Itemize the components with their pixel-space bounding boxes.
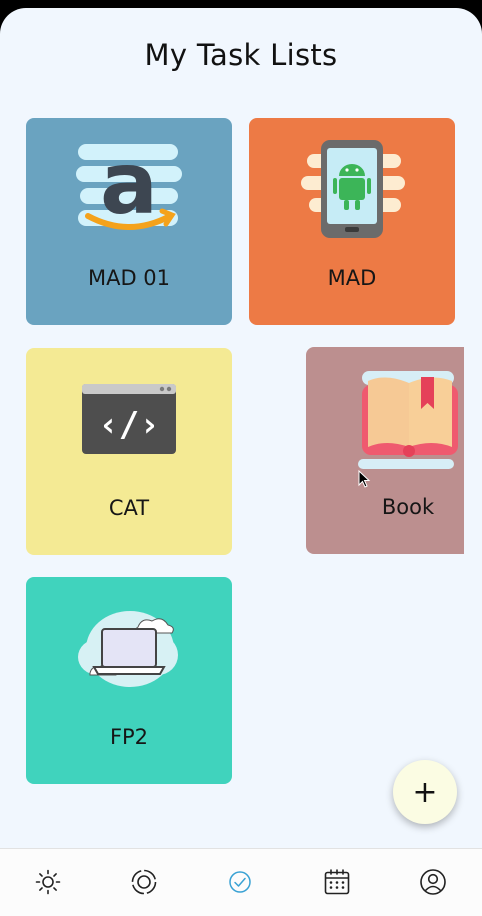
nav-focus-button[interactable]: [127, 865, 161, 899]
bottom-navigation: [0, 848, 482, 916]
profile-icon: [420, 869, 446, 895]
page-title: My Task Lists: [144, 38, 338, 72]
open-book-icon: [358, 371, 458, 469]
task-list-label: MAD 01: [87, 266, 171, 290]
calendar-icon: [324, 869, 350, 895]
task-list-card-cat[interactable]: ‹/› CAT: [26, 348, 232, 555]
app-screen: My Task Lists a MAD 01 MAD ‹/› CAT Book …: [0, 8, 482, 916]
task-list-card-book[interactable]: Book: [306, 347, 464, 554]
svg-text:‹/›: ‹/›: [98, 405, 159, 445]
android-phone-icon: [301, 140, 405, 238]
add-task-list-button[interactable]: +: [393, 760, 457, 824]
check-circle-icon: [229, 871, 251, 893]
task-list-label: MAD: [327, 266, 377, 290]
svg-text:a: a: [100, 134, 158, 234]
nav-calendar-button[interactable]: [320, 865, 354, 899]
sun-icon: [35, 869, 61, 895]
amazon-logo-icon: a: [76, 134, 182, 234]
task-list-label: FP2: [109, 725, 149, 749]
task-list-label: Book: [381, 495, 435, 519]
nav-tasks-button[interactable]: [223, 865, 257, 899]
task-list-label: CAT: [108, 496, 150, 520]
task-list-card-mad-01[interactable]: a MAD 01: [26, 118, 232, 325]
task-list-card-fp2[interactable]: FP2: [26, 577, 232, 784]
nav-profile-button[interactable]: [416, 865, 450, 899]
focus-icon: [131, 869, 157, 895]
task-list-card-mad[interactable]: MAD: [249, 118, 455, 325]
code-window-icon: ‹/›: [82, 384, 176, 454]
nav-sun-button[interactable]: [31, 865, 65, 899]
mouse-cursor-icon: [358, 470, 371, 488]
laptop-cloud-icon: [78, 611, 178, 687]
plus-icon: +: [412, 774, 438, 810]
